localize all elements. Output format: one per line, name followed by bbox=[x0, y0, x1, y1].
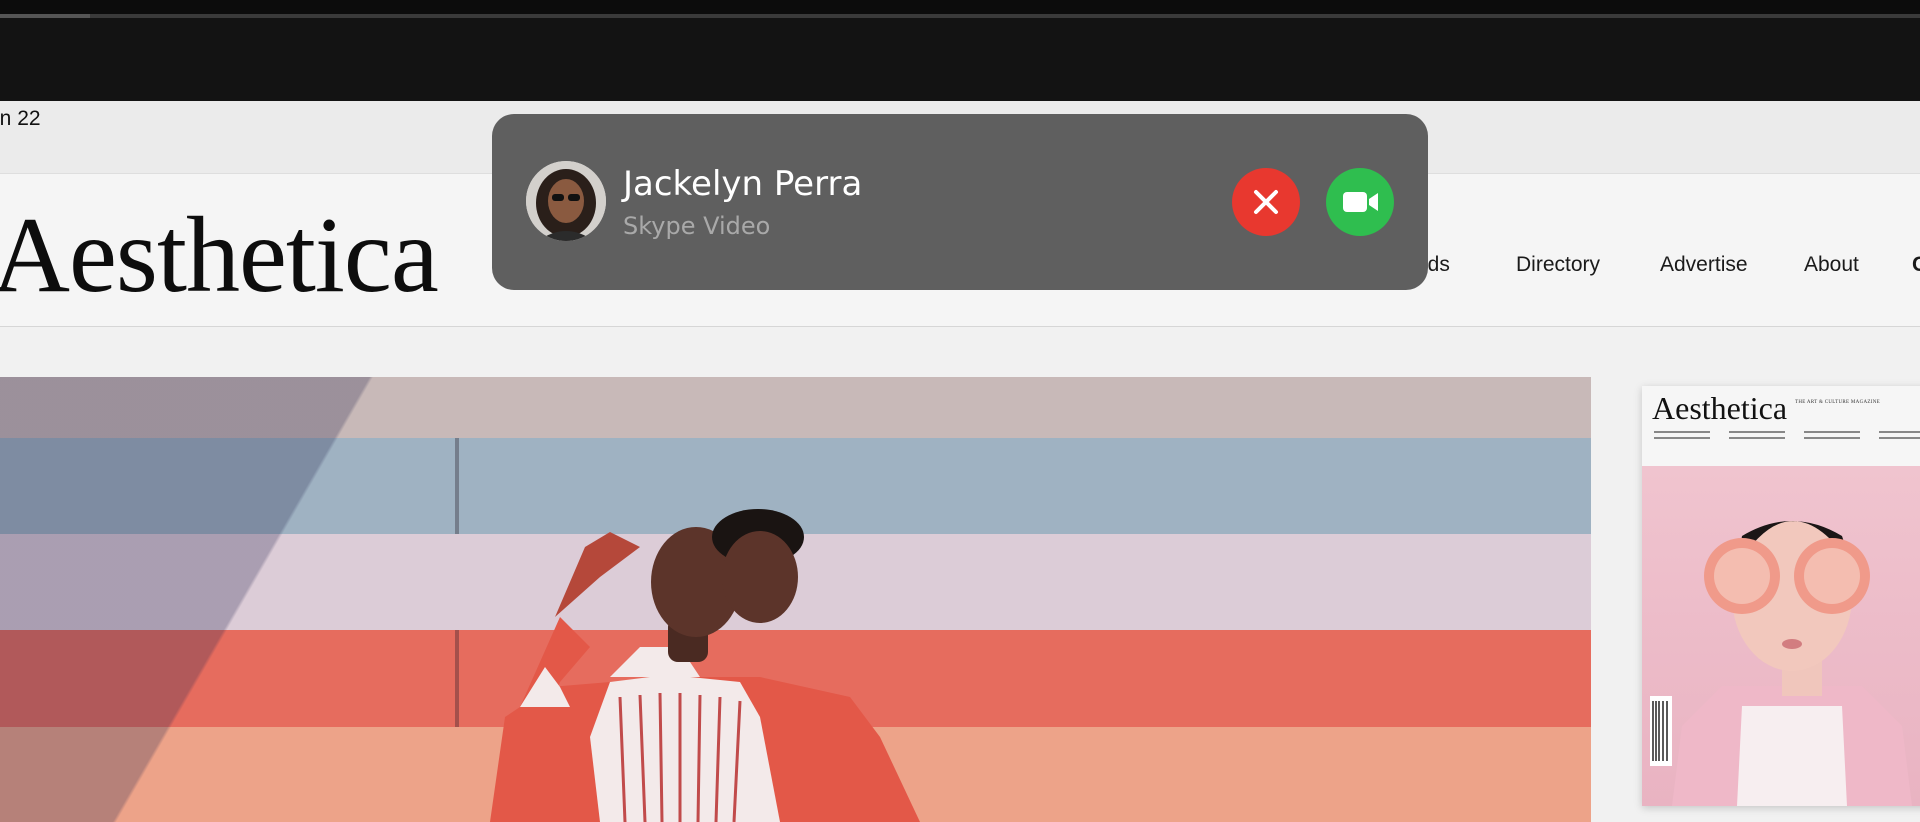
caller-name: Jackelyn Perra bbox=[623, 164, 863, 204]
nav-item-advertise[interactable]: Advertise bbox=[1660, 253, 1748, 277]
decline-call-button[interactable] bbox=[1232, 168, 1300, 236]
hero-person-figure bbox=[490, 509, 920, 822]
nav-item-directory[interactable]: Directory bbox=[1516, 253, 1600, 277]
incoming-call-banner[interactable]: Jackelyn Perra Skype Video bbox=[492, 114, 1428, 290]
video-camera-icon bbox=[1343, 192, 1378, 212]
top-bezel bbox=[0, 0, 1920, 18]
accept-video-call-button[interactable] bbox=[1326, 168, 1394, 236]
magazine-cover[interactable]: Aesthetica THE ART & CULTURE MAGAZINE bbox=[1642, 386, 1920, 806]
call-type-label: Skype Video bbox=[623, 212, 771, 240]
cover-tagline: THE ART & CULTURE MAGAZINE bbox=[1795, 400, 1880, 405]
hero-image[interactable] bbox=[0, 377, 1591, 822]
avatar bbox=[526, 161, 606, 241]
site-logo[interactable]: Aesthetica bbox=[0, 194, 439, 318]
nav-item-about[interactable]: About bbox=[1804, 253, 1859, 277]
cover-headlines bbox=[1654, 431, 1920, 455]
cover-title: Aesthetica bbox=[1652, 390, 1788, 426]
browser-toolbar-area bbox=[0, 18, 1920, 101]
date-text: un 22 bbox=[0, 107, 41, 130]
nav-item-cut-off[interactable]: C bbox=[1912, 253, 1920, 277]
close-icon bbox=[1254, 190, 1278, 214]
cover-photo bbox=[1642, 466, 1920, 806]
